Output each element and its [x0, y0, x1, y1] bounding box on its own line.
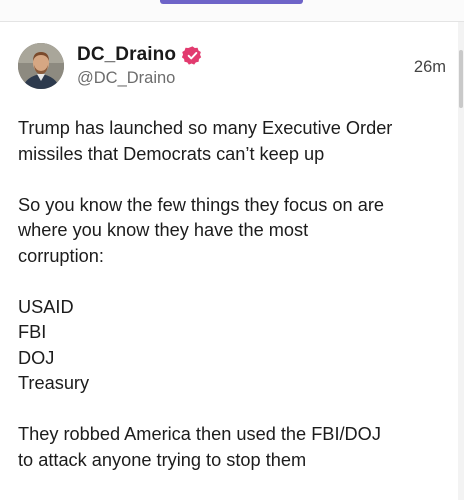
post-text-line: So you know the few things they focus on… [18, 194, 384, 215]
list-item: USAID [18, 296, 74, 317]
list-item: Treasury [18, 373, 90, 393]
list-item: DOJ [18, 347, 55, 368]
post-text-line: corruption: [18, 245, 104, 266]
post-text-line: They robbed America then used the FBI/DO… [18, 424, 381, 444]
verified-badge-icon [182, 45, 203, 66]
scrollbar[interactable] [458, 22, 464, 500]
author-handle[interactable]: @DC_Draino [77, 69, 175, 88]
post-card[interactable]: DC_Draino @DC_Draino 26m Trump has launc… [0, 22, 458, 500]
post-text-line: missiles that Democrats can’t keep up [18, 143, 325, 164]
post-text-line: Trump has launched so many Executive Ord… [18, 118, 393, 138]
active-tab-indicator [160, 0, 303, 4]
top-tab-bar [0, 0, 464, 22]
author-name-row: DC_Draino [77, 42, 203, 68]
post-body: Trump has launched so many Executive Ord… [18, 116, 448, 473]
list-item: FBI [18, 322, 47, 342]
post-timestamp[interactable]: 26m [414, 58, 446, 77]
post-text-line: where you know they have the most [18, 220, 309, 240]
avatar[interactable] [18, 43, 64, 89]
author-display-name[interactable]: DC_Draino [77, 44, 176, 66]
scrollbar-thumb[interactable] [459, 50, 463, 108]
post-text-line: to attack anyone trying to stop them [18, 449, 307, 470]
